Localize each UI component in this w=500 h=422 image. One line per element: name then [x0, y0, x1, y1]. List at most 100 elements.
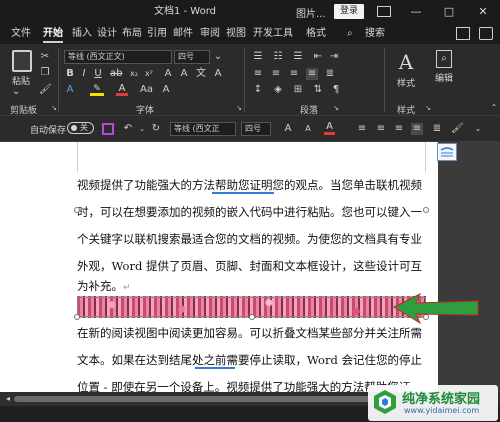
numbering-icon[interactable]: ☷: [272, 51, 284, 63]
underline-icon[interactable]: U: [92, 68, 104, 80]
tab-home[interactable]: 开始: [43, 25, 63, 43]
char-border-icon[interactable]: A: [212, 68, 224, 80]
paste-dropdown-icon[interactable]: ⌄: [12, 86, 20, 98]
doc-line-6: 在新的阅读视图中阅读更加容易。可以折叠文档某些部分并关注所需: [77, 326, 422, 340]
styles-button[interactable]: 样式: [397, 76, 415, 89]
search-icon[interactable]: ⌕: [347, 25, 353, 43]
superscript-icon[interactable]: x²: [143, 68, 155, 80]
borders-icon[interactable]: ⊞: [292, 84, 304, 96]
cut-icon[interactable]: ✂: [39, 51, 51, 63]
resize-handle[interactable]: [74, 207, 80, 213]
tab-layout[interactable]: 布局: [122, 25, 142, 43]
separator: [58, 48, 59, 112]
change-case-icon[interactable]: Aa: [140, 84, 153, 96]
qat-grow-font-icon[interactable]: A: [282, 123, 294, 135]
text-effects-icon[interactable]: A: [162, 68, 174, 80]
align-center-icon[interactable]: ≡: [270, 68, 282, 80]
format-painter-icon[interactable]: 🖌: [39, 84, 52, 96]
redo-icon[interactable]: ↻: [150, 123, 162, 135]
tab-developer[interactable]: 开发工具: [253, 25, 293, 43]
align-right-icon[interactable]: ≡: [288, 68, 300, 80]
minimize-button[interactable]: —: [403, 0, 429, 24]
group-label-clipboard: 剪贴板: [10, 106, 38, 116]
increase-indent-icon[interactable]: ⇥: [328, 51, 340, 63]
shading-icon[interactable]: ◈: [272, 84, 284, 96]
align-left-icon[interactable]: ≡: [252, 68, 264, 80]
ribbon-display-icon[interactable]: [377, 6, 391, 17]
distributed-icon[interactable]: ≣: [324, 68, 336, 80]
tab-view[interactable]: 视图: [226, 25, 246, 43]
layout-options-button[interactable]: [437, 143, 457, 161]
grow-font-icon[interactable]: A: [160, 84, 172, 96]
collapse-ribbon-icon[interactable]: ⌃: [488, 102, 500, 114]
horizontal-scroll-thumb[interactable]: [14, 396, 374, 402]
resize-handle[interactable]: [423, 207, 429, 213]
save-icon[interactable]: [102, 123, 114, 135]
qat-shrink-font-icon[interactable]: A: [302, 123, 314, 135]
qat-format-painter-icon[interactable]: 🖌: [451, 123, 464, 135]
phonetic-icon[interactable]: 文: [195, 68, 207, 80]
tab-mailings[interactable]: 邮件: [173, 25, 193, 43]
undo-dropdown-icon[interactable]: ⌄: [136, 123, 148, 135]
close-button[interactable]: ✕: [470, 0, 496, 24]
tab-references[interactable]: 引用: [147, 25, 167, 43]
text-effects-icon-2[interactable]: A: [64, 84, 76, 96]
text-box-frame-top: [77, 142, 426, 172]
justify-icon[interactable]: ≡: [306, 68, 318, 80]
qat-align-center-icon[interactable]: ≡: [375, 123, 387, 135]
proofing-underline: [212, 192, 274, 194]
search-label[interactable]: 搜索: [365, 25, 385, 43]
qat-justify-icon[interactable]: ≡: [411, 123, 423, 135]
line-spacing-icon[interactable]: ↕: [252, 84, 264, 96]
clear-format-icon[interactable]: A: [178, 68, 190, 80]
restore-button[interactable]: □: [436, 0, 462, 24]
sort-icon[interactable]: ⇅: [312, 84, 324, 96]
qat-align-left-icon[interactable]: ≡: [356, 123, 368, 135]
decrease-indent-icon[interactable]: ⇤: [312, 51, 324, 63]
qat-align-right-icon[interactable]: ≡: [393, 123, 405, 135]
watermark-url: www.yidaimei.com: [404, 406, 480, 415]
editing-button[interactable]: 编辑: [435, 71, 453, 84]
qat-font-size-combo[interactable]: 四号: [241, 122, 271, 136]
editing-icon[interactable]: ⌕: [436, 50, 452, 68]
proofing-underline: [195, 367, 235, 369]
font-size-combo[interactable]: 四号: [174, 50, 210, 64]
tab-file[interactable]: 文件: [11, 25, 31, 43]
group-label-paragraph: 段落: [300, 106, 319, 116]
login-button[interactable]: 登录: [334, 4, 364, 19]
italic-icon[interactable]: I: [78, 68, 90, 80]
font-color-icon[interactable]: A: [116, 84, 128, 96]
show-marks-icon[interactable]: ¶: [330, 84, 342, 96]
font-name-combo[interactable]: 等线 (西文正文): [64, 50, 172, 64]
layout-options-icon: [440, 147, 454, 157]
font-size-dropdown-icon[interactable]: ⌄: [212, 51, 224, 63]
qat-distributed-icon[interactable]: ≣: [431, 123, 443, 135]
tab-design[interactable]: 设计: [97, 25, 117, 43]
doc-line-3: 个关键字以联机搜索最适合您的文档的视频。为使您的文档具有专业: [77, 232, 422, 246]
strikethrough-icon[interactable]: ab: [110, 68, 122, 80]
paste-icon[interactable]: [12, 50, 32, 72]
bullets-icon[interactable]: ☰: [252, 51, 264, 63]
tab-format[interactable]: 格式: [306, 25, 326, 43]
undo-icon[interactable]: ↶: [122, 123, 134, 135]
copy-icon[interactable]: ❐: [39, 67, 51, 79]
paragraph-launcher-icon[interactable]: ↘: [330, 102, 342, 114]
highlight-color-icon[interactable]: ✎: [90, 84, 104, 96]
subscript-icon[interactable]: x₂: [128, 68, 140, 80]
group-label-font: 字体: [136, 106, 155, 116]
autosave-label: 自动保存: [30, 126, 67, 136]
styles-launcher-icon[interactable]: ↘: [422, 102, 434, 114]
qat-font-name-combo[interactable]: 等线 (西文正: [170, 122, 236, 136]
comments-icon[interactable]: [479, 27, 493, 40]
qat-font-color-icon[interactable]: A: [324, 122, 335, 135]
bold-icon[interactable]: B: [64, 68, 76, 80]
scroll-left-icon[interactable]: ◂: [2, 393, 14, 405]
qat-customize-icon[interactable]: ⌄: [472, 123, 484, 135]
share-icon[interactable]: [456, 27, 470, 40]
autosave-toggle[interactable]: 关: [67, 122, 94, 134]
multilevel-list-icon[interactable]: ☰: [292, 51, 304, 63]
styles-icon[interactable]: A: [395, 50, 417, 74]
doc-line-7: 文本。如果在达到结尾处之前需要停止读取，Word 会记住您的停止: [77, 353, 422, 367]
tab-review[interactable]: 审阅: [200, 25, 220, 43]
tab-insert[interactable]: 插入: [72, 25, 92, 43]
